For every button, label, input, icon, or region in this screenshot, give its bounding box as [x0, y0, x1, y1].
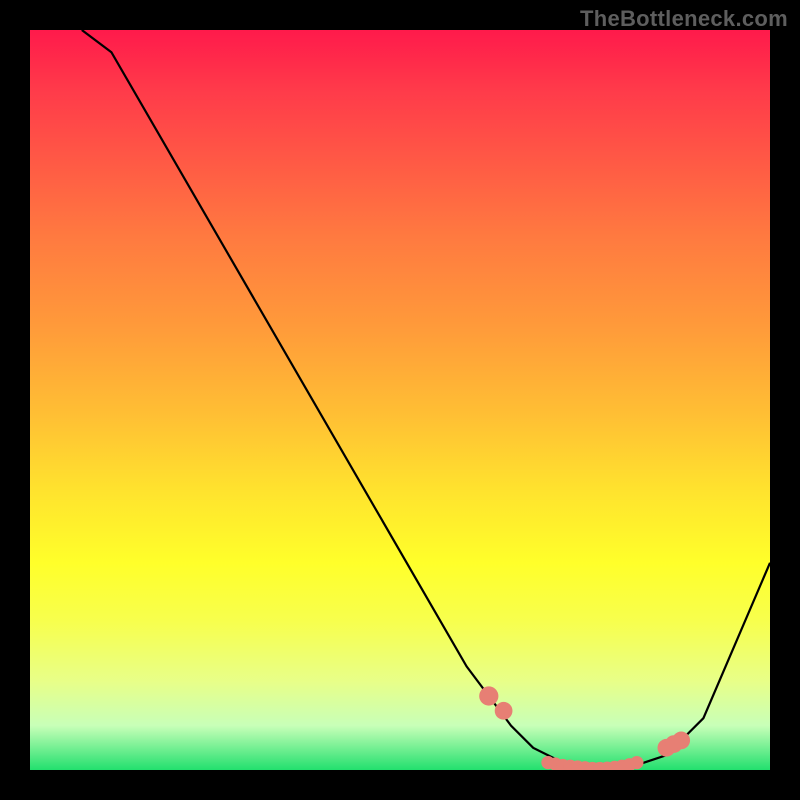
plot-area	[30, 30, 770, 770]
chart-svg	[30, 30, 770, 770]
curve-line	[82, 30, 770, 770]
watermark-text: TheBottleneck.com	[580, 6, 788, 32]
chart-container: TheBottleneck.com	[0, 0, 800, 800]
